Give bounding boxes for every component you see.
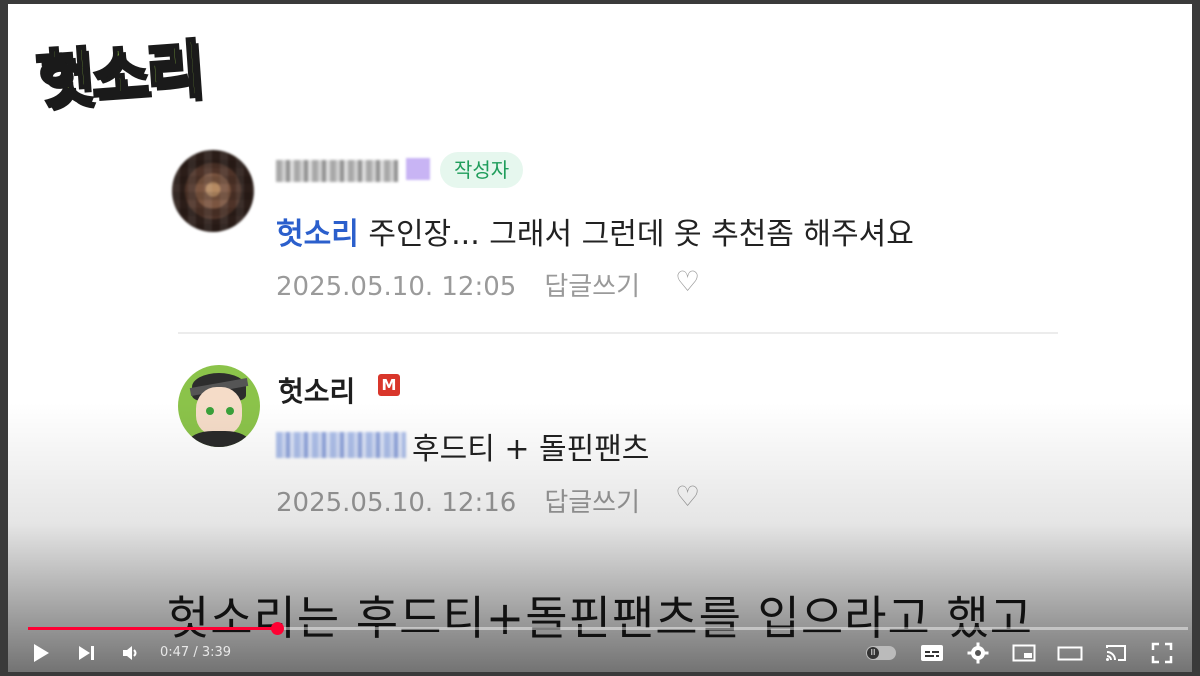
commenter-avatar [172, 150, 254, 232]
theater-icon[interactable] [1056, 638, 1084, 668]
reply-date: 2025.05.10. 12:16 [276, 488, 517, 518]
author-badge: 작성자 [440, 152, 524, 188]
reply-username: 헛소리 [278, 375, 356, 408]
play-icon[interactable] [28, 638, 54, 668]
progress-bar[interactable] [28, 622, 1188, 635]
miniplayer-icon[interactable] [1010, 638, 1038, 668]
volume-icon[interactable] [118, 638, 144, 668]
progress-fill [28, 627, 277, 630]
scrubber-handle[interactable] [270, 622, 284, 635]
heart-icon: ♡ [675, 480, 701, 513]
blurred-username [276, 160, 398, 182]
reply-meta: 2025.05.10. 12:16 답글쓰기 [276, 482, 640, 519]
mention: 헛소리 [276, 217, 359, 252]
reply-link: 답글쓰기 [544, 272, 641, 302]
channel-avatar [178, 365, 260, 447]
time-display: 0:47 / 3:39 [160, 645, 232, 660]
cast-icon[interactable] [1102, 638, 1130, 668]
next-icon[interactable] [74, 638, 100, 668]
comment-divider [178, 332, 1058, 334]
heart-icon: ♡ [675, 265, 701, 298]
channel-logo: 헛소리 [33, 31, 206, 118]
video-frame[interactable]: 헛소리 작성자 헛소리 주인장... 그래서 그런데 옷 추천좀 해주셔요 20… [8, 4, 1192, 672]
comment-meta: 2025.05.10. 12:05 답글쓰기 [276, 266, 640, 303]
manager-badge: M [378, 374, 400, 396]
reply-text: 후드티 + 돌핀팬츠 [412, 432, 650, 467]
reply-link-2: 답글쓰기 [544, 488, 641, 518]
blurred-mention [276, 432, 406, 458]
subtitles-icon[interactable] [918, 638, 946, 668]
fullscreen-icon[interactable] [1148, 638, 1176, 668]
comment-date: 2025.05.10. 12:05 [276, 272, 517, 302]
level-badge-icon [406, 158, 430, 180]
gear-icon[interactable] [964, 638, 992, 668]
comment-text: 헛소리 주인장... 그래서 그런데 옷 추천좀 해주셔요 [276, 217, 914, 252]
autoplay-toggle[interactable]: II [866, 646, 896, 660]
player-controls: 0:47 / 3:39 II [8, 636, 1192, 672]
